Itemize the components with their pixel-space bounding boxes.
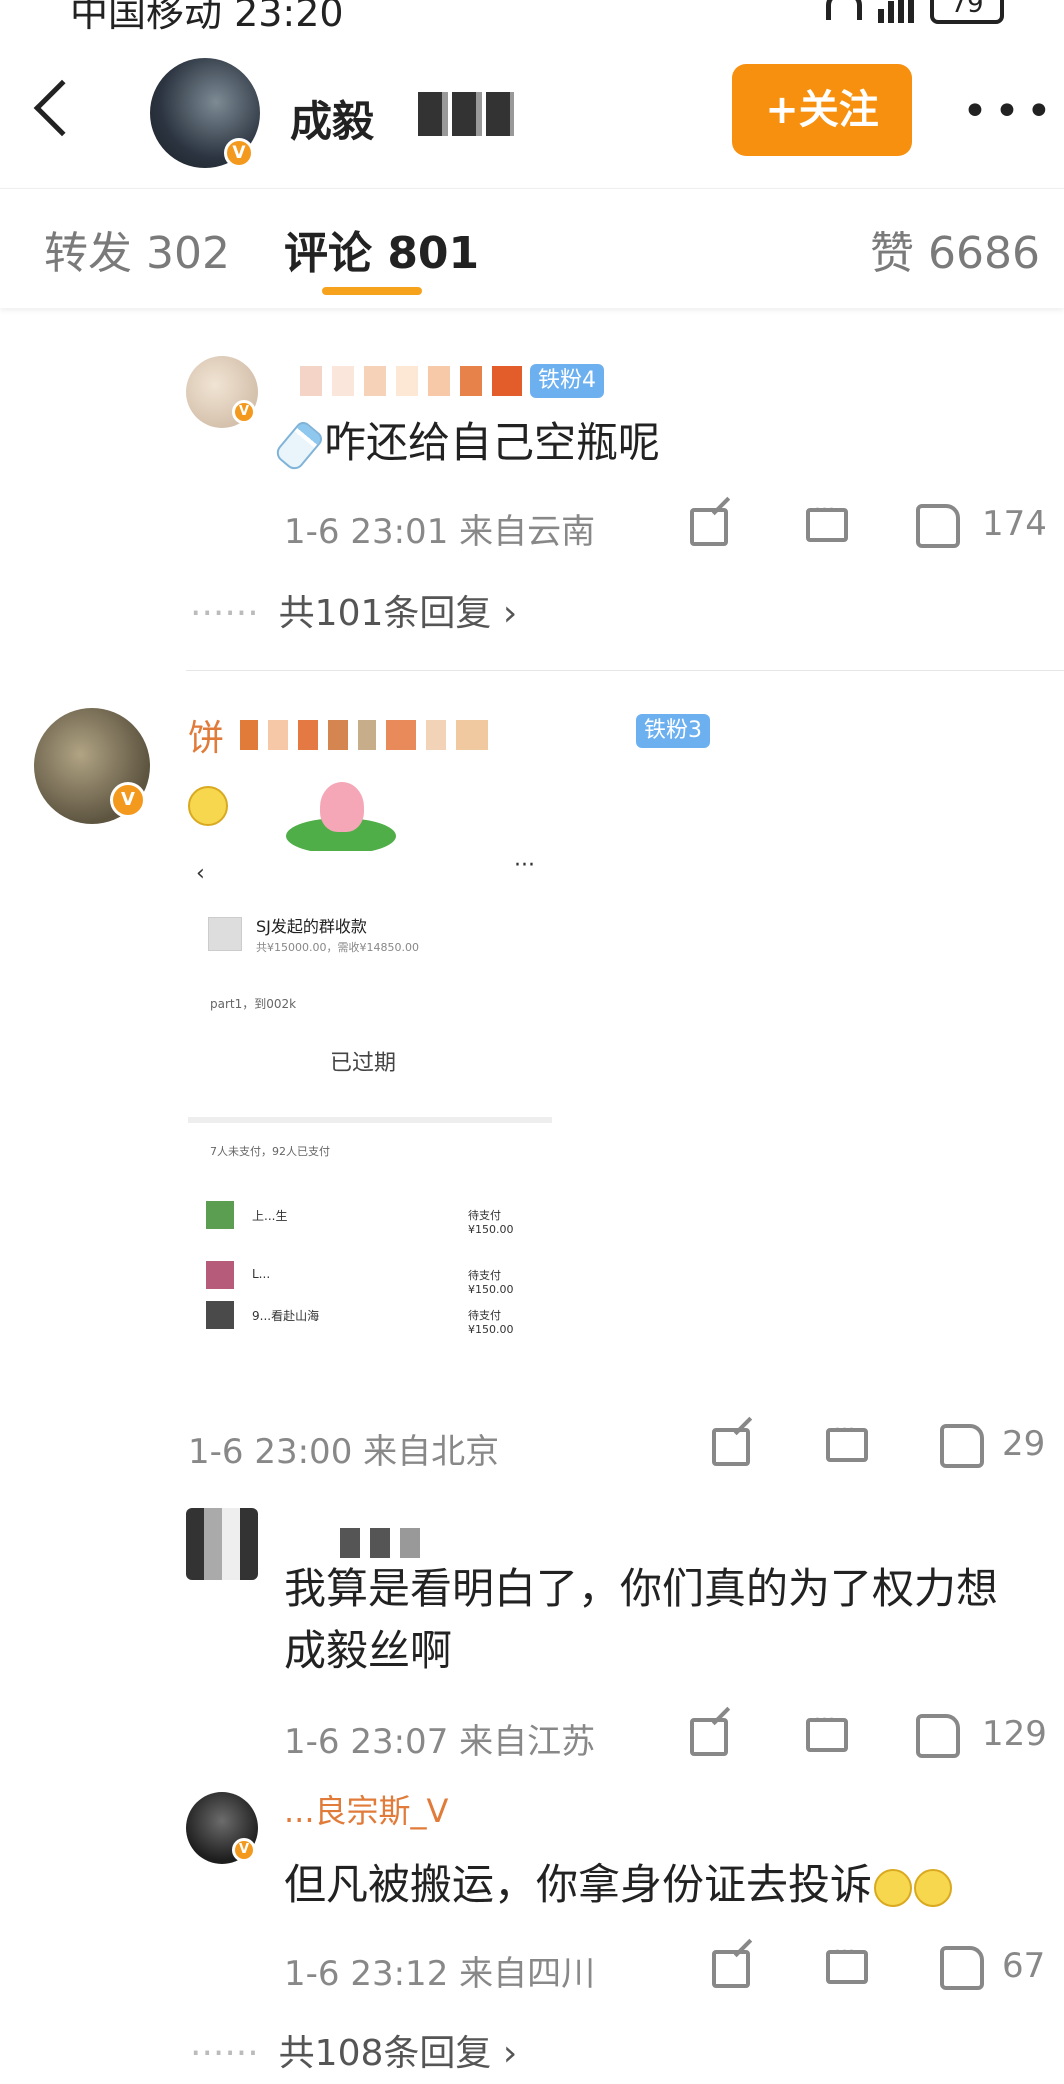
- status-icons: 79: [826, 0, 1004, 24]
- payer-status: 待支付¥150.00: [468, 1209, 514, 1236]
- follow-button[interactable]: +关注: [732, 64, 912, 156]
- comment-image[interactable]: ‹ ··· SJ发起的群收款 共¥15000.00，需收¥14850.00 pa…: [188, 851, 568, 1351]
- verified-badge-icon: V: [232, 1838, 256, 1862]
- comment-divider: [186, 670, 1064, 671]
- payer-status: 待支付¥150.00: [468, 1309, 514, 1336]
- verified-badge-icon: V: [224, 138, 254, 168]
- payer-status: 待支付¥150.00: [468, 1269, 514, 1296]
- comment-meta: 1-6 23:07 来自江苏 129: [284, 1708, 1047, 1764]
- active-tab-indicator: [322, 287, 422, 295]
- payer-name: 上...生: [252, 1209, 288, 1223]
- comment-time-location: 1-6 23:07 来自江苏: [284, 1722, 596, 1762]
- comment-text: 我算是看明白了，你们真的为了权力想成毅丝啊: [284, 1564, 999, 1675]
- more-options-icon[interactable]: •••: [962, 90, 1058, 134]
- username-mosaic: [240, 720, 498, 750]
- comment-time-location: 1-6 23:01 来自云南: [284, 512, 596, 552]
- user-avatar[interactable]: [186, 1508, 258, 1580]
- username-prefix[interactable]: 饼: [188, 708, 224, 770]
- fan-level-badge: 铁粉3: [636, 714, 710, 748]
- signal-icon: [878, 0, 914, 23]
- comment-meta: 1-6 23:01 来自云南 174: [284, 498, 1047, 554]
- profile-name[interactable]: 成毅: [290, 88, 374, 149]
- back-arrow-icon[interactable]: [33, 79, 91, 137]
- payer-name: 9...看赴山海: [252, 1309, 320, 1323]
- battery-icon: 79: [930, 0, 1004, 24]
- share-icon[interactable]: [690, 508, 728, 546]
- comment-time-location: 1-6 23:12 来自四川: [284, 1954, 596, 1994]
- payer-avatar: [206, 1301, 234, 1329]
- image-payer-row: L... 待支付¥150.00: [206, 1261, 546, 1296]
- wifi-icon: [826, 0, 862, 20]
- smile-emoji-icon: [874, 1868, 913, 1907]
- comment-time-location: 1-6 23:00 来自北京: [188, 1432, 500, 1472]
- username-mosaic: [300, 366, 532, 396]
- comment-text: 咋还给自己空瓶呢: [272, 412, 660, 474]
- image-avatar: [208, 917, 242, 951]
- image-amount: 共¥15000.00，需收¥14850.00: [256, 941, 419, 954]
- comment-list: V 铁粉4 咋还给自己空瓶呢 1-6 23:01 来自云南 174 ······…: [0, 308, 1064, 2084]
- image-separator: [188, 1117, 552, 1123]
- smile-emoji-icon: [914, 1868, 953, 1907]
- comment-meta: 1-6 23:00 来自北京 29: [188, 1418, 1048, 1474]
- like-count: 67: [1002, 1946, 1046, 1986]
- reply-icon[interactable]: [826, 1940, 868, 1984]
- like-icon[interactable]: [940, 1424, 984, 1468]
- image-expired-status: 已过期: [330, 1051, 397, 1076]
- like-icon[interactable]: [916, 1714, 960, 1758]
- like-count: 129: [982, 1714, 1047, 1754]
- baby-bottle-icon: [272, 418, 326, 473]
- like-icon[interactable]: [916, 504, 960, 548]
- view-replies-link[interactable]: ······ 共108条回复 ›: [190, 2024, 517, 2076]
- lotus-sticker-icon: [286, 782, 396, 862]
- image-note: part1，到002k: [210, 997, 297, 1011]
- like-count: 174: [982, 504, 1047, 544]
- tab-likes[interactable]: 赞 6686: [870, 217, 1040, 281]
- view-replies-link[interactable]: ······ 共101条回复 ›: [190, 584, 517, 636]
- image-payer-row: 上...生 待支付¥150.00: [206, 1201, 546, 1236]
- name-mosaic: [418, 92, 514, 136]
- status-bar: 中国移动 23:20 79: [0, 0, 1064, 30]
- tab-comments[interactable]: 评论 801: [284, 217, 479, 281]
- image-more-dots: ···: [514, 853, 535, 878]
- reply-icon[interactable]: [826, 1418, 868, 1462]
- verified-badge-icon: V: [232, 400, 256, 424]
- share-icon[interactable]: [712, 1428, 750, 1466]
- share-icon[interactable]: [712, 1950, 750, 1988]
- reply-icon[interactable]: [806, 1708, 848, 1752]
- reply-dots: ······: [190, 593, 259, 634]
- image-summary: 7人未支付，92人已支付: [210, 1145, 330, 1158]
- payer-avatar: [206, 1201, 234, 1229]
- image-back-arrow: ‹: [196, 861, 205, 886]
- payer-avatar: [206, 1261, 234, 1289]
- comment-meta: 1-6 23:12 来自四川 67: [284, 1940, 1046, 1996]
- like-icon[interactable]: [940, 1946, 984, 1990]
- image-payer-row: 9...看赴山海 待支付¥150.00: [206, 1301, 546, 1336]
- reply-icon[interactable]: [806, 498, 848, 542]
- status-carrier-time: 中国移动 23:20: [70, 0, 344, 30]
- verified-badge-icon: V: [110, 782, 146, 818]
- image-title: SJ发起的群收款: [256, 917, 367, 936]
- like-count: 29: [1002, 1424, 1046, 1464]
- username[interactable]: ...良宗斯_V: [284, 1780, 448, 1842]
- tab-reposts[interactable]: 转发 302: [44, 217, 230, 281]
- tab-bar: 转发 302 评论 801 赞 6686: [0, 188, 1064, 308]
- smiley-emoji-icon: [188, 786, 228, 826]
- fan-level-badge: 铁粉4: [530, 364, 604, 398]
- top-nav-bar: V 成毅 +关注 •••: [0, 40, 1064, 180]
- username-mosaic: [340, 1528, 430, 1558]
- share-icon[interactable]: [690, 1718, 728, 1756]
- reply-dots: ······: [190, 2033, 259, 2074]
- comment-text: 但凡被搬运，你拿身份证去投诉: [284, 1854, 953, 1916]
- payer-name: L...: [252, 1267, 271, 1281]
